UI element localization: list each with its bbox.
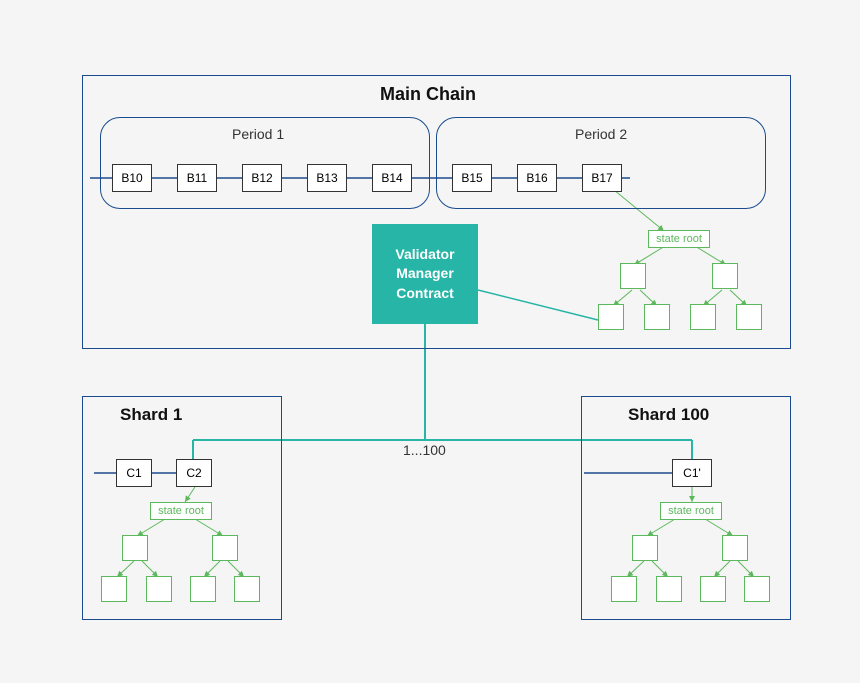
block-b15: B15 [452, 164, 492, 192]
block-b13: B13 [307, 164, 347, 192]
block-c1: C1 [116, 459, 152, 487]
block-b17: B17 [582, 164, 622, 192]
block-b11: B11 [177, 164, 217, 192]
mc-tree-l4 [736, 304, 762, 330]
block-b10: B10 [112, 164, 152, 192]
mc-tree-l2 [644, 304, 670, 330]
s1-tree-l2 [146, 576, 172, 602]
block-b16: B16 [517, 164, 557, 192]
main-chain-title: Main Chain [380, 84, 476, 105]
s1-tree-n2 [212, 535, 238, 561]
s100-tree-l3 [700, 576, 726, 602]
block-c1p: C1' [672, 459, 712, 487]
main-state-root: state root [648, 230, 710, 248]
period-1-label: Period 1 [232, 126, 284, 142]
block-c2: C2 [176, 459, 212, 487]
mc-tree-n1 [620, 263, 646, 289]
shard-100-title: Shard 100 [628, 405, 709, 425]
vmc-line3: Contract [372, 284, 478, 304]
mc-tree-l3 [690, 304, 716, 330]
shard100-state-root: state root [660, 502, 722, 520]
s100-tree-l2 [656, 576, 682, 602]
vmc-line2: Manager [372, 264, 478, 284]
block-b14: B14 [372, 164, 412, 192]
s100-tree-n2 [722, 535, 748, 561]
shard1-state-root: state root [150, 502, 212, 520]
s1-tree-n1 [122, 535, 148, 561]
block-b12: B12 [242, 164, 282, 192]
s100-tree-n1 [632, 535, 658, 561]
s1-tree-l3 [190, 576, 216, 602]
mc-tree-n2 [712, 263, 738, 289]
s100-tree-l4 [744, 576, 770, 602]
vmc-line1: Validator [372, 245, 478, 265]
mc-tree-l1 [598, 304, 624, 330]
period-2-label: Period 2 [575, 126, 627, 142]
s1-tree-l4 [234, 576, 260, 602]
shard-1-title: Shard 1 [120, 405, 182, 425]
s100-tree-l1 [611, 576, 637, 602]
s1-tree-l1 [101, 576, 127, 602]
validator-manager-contract: Validator Manager Contract [372, 224, 478, 324]
shard-range-label: 1...100 [403, 442, 446, 458]
